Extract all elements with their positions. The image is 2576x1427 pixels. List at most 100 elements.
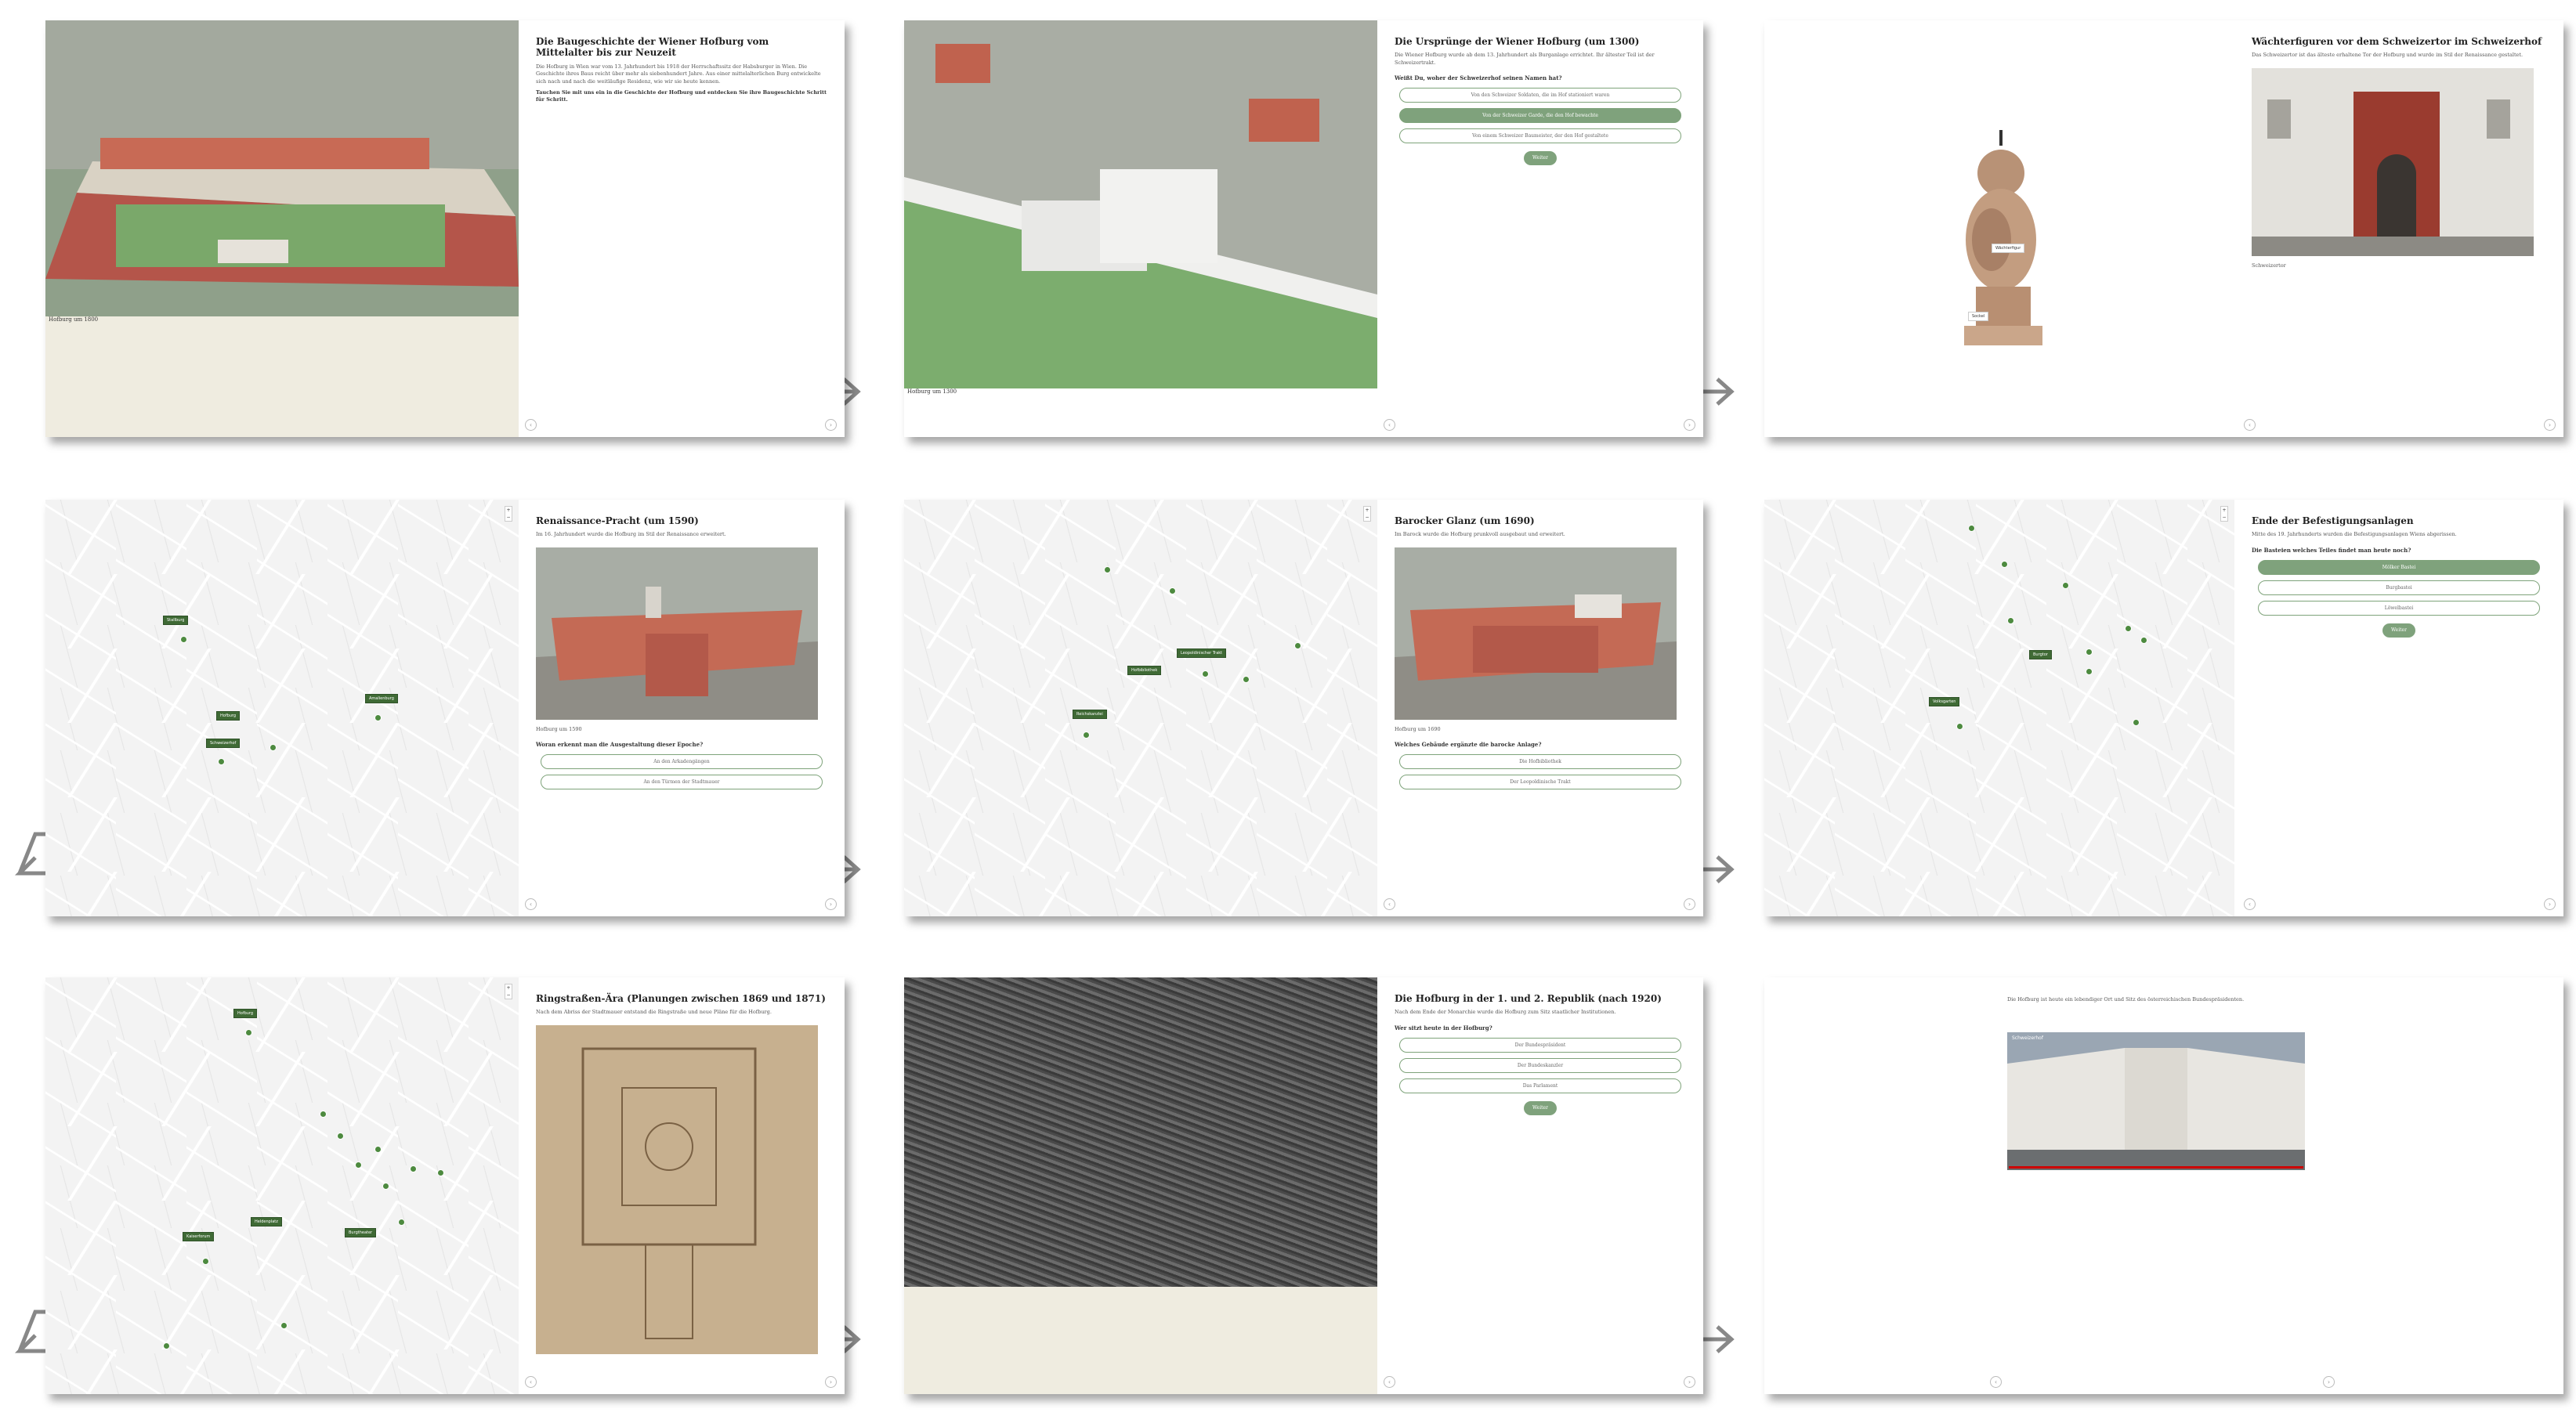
map-pin[interactable]	[410, 1165, 417, 1172]
map-pin[interactable]	[2140, 637, 2147, 644]
map-pin[interactable]	[374, 1146, 382, 1153]
quiz-option[interactable]: Von einem Schweizer Baumeister, der den …	[1399, 128, 1681, 144]
map-pin[interactable]	[1968, 525, 1975, 532]
next-button[interactable]: ›	[825, 419, 837, 431]
map-marker[interactable]: Hofburg	[216, 711, 241, 721]
map-marker[interactable]: Leopoldinischer Trakt	[1177, 648, 1227, 658]
zoom-control[interactable]: + −	[1363, 506, 1371, 522]
map-pin[interactable]	[270, 744, 277, 751]
slide-text: Das Schweizertor ist das älteste erhalte…	[2252, 52, 2524, 59]
prev-button[interactable]: ‹	[2244, 898, 2256, 910]
quiz-option[interactable]: Die Hofbibliothek	[1399, 754, 1681, 770]
map-pin[interactable]	[245, 1029, 252, 1036]
map-pin[interactable]	[355, 1161, 362, 1169]
map-marker[interactable]: Hofbibliothek	[1127, 666, 1162, 675]
quiz-option[interactable]: Das Parlament	[1399, 1078, 1681, 1093]
map-pin[interactable]	[2001, 561, 2008, 568]
map-pin[interactable]	[398, 1219, 405, 1226]
map-pin[interactable]	[2125, 625, 2132, 632]
map-view[interactable]: + − Burgtor Volksgarten	[1764, 500, 2234, 916]
map-pin[interactable]	[337, 1133, 344, 1140]
map-pin[interactable]	[374, 714, 382, 721]
map-pin[interactable]	[2086, 648, 2093, 656]
3d-model-lion-statue[interactable]	[1945, 130, 2062, 349]
next-button[interactable]: ›	[2544, 419, 2556, 431]
3d-model-hofburg-1590[interactable]	[536, 547, 818, 720]
hotspot-label[interactable]: Sockel	[1968, 312, 1989, 321]
map-pin[interactable]	[437, 1169, 444, 1176]
map-marker[interactable]: Amalienburg	[365, 694, 398, 703]
quiz-option[interactable]: Der Bundeskanzler	[1399, 1057, 1681, 1073]
map-pin[interactable]	[163, 1342, 170, 1349]
map-pin[interactable]	[1294, 642, 1301, 649]
map-pin[interactable]	[1243, 676, 1250, 683]
map-pin[interactable]	[1104, 566, 1111, 573]
submit-button[interactable]: Weiter	[2382, 623, 2415, 638]
prev-button[interactable]: ‹	[1990, 1376, 2002, 1388]
prev-button[interactable]: ‹	[525, 1376, 537, 1388]
map-pin[interactable]	[2133, 719, 2140, 726]
quiz-option[interactable]: Der Bundespräsident	[1399, 1037, 1681, 1053]
map-pin[interactable]	[1202, 670, 1209, 677]
quiz-option[interactable]: Löwelbastei	[2258, 600, 2540, 616]
map-pin[interactable]	[1169, 587, 1176, 594]
zoom-control[interactable]: + −	[2220, 506, 2228, 522]
next-button[interactable]: ›	[2544, 898, 2556, 910]
next-button[interactable]: ›	[1684, 1376, 1695, 1388]
quiz-option[interactable]: An den Arkadengängen	[541, 754, 823, 770]
prev-button[interactable]: ‹	[1384, 419, 1395, 431]
quiz-option-selected[interactable]: Mölker Bastei	[2258, 559, 2540, 575]
prev-button[interactable]: ‹	[2244, 419, 2256, 431]
hotspot-label[interactable]: Wächterfigur	[1992, 244, 2025, 253]
map-view[interactable]: + − Hofburg Heldenplatz Kaiserforum Burgt…	[45, 977, 519, 1394]
quiz-option[interactable]: Von den Schweizer Soldaten, die im Hof s…	[1399, 88, 1681, 103]
submit-button[interactable]: Weiter	[1524, 1100, 1557, 1115]
map-pin[interactable]	[280, 1322, 288, 1329]
map-view[interactable]: + − Leopoldinischer Trakt Hofbibliothek R…	[904, 500, 1377, 916]
map-pin[interactable]	[202, 1258, 209, 1265]
prev-button[interactable]: ‹	[1384, 1376, 1395, 1388]
quiz-option[interactable]: Burgbastei	[2258, 580, 2540, 595]
prev-button[interactable]: ‹	[525, 419, 537, 431]
quiz-option[interactable]: An den Türmen der Stadtmauer	[541, 775, 823, 790]
map-marker[interactable]: Reichskanzlei	[1073, 710, 1107, 719]
slide-title: Ringstraßen-Ära (Planungen zwischen 1869…	[536, 993, 826, 1004]
map-marker[interactable]: Burgtheater	[345, 1228, 377, 1237]
next-button[interactable]: ›	[1684, 898, 1695, 910]
map-marker[interactable]: Stallburg	[163, 616, 189, 625]
map-pin[interactable]	[218, 758, 225, 765]
map-pin[interactable]	[2062, 582, 2069, 589]
map-marker[interactable]: Burgtor	[2029, 650, 2052, 659]
map-pin[interactable]	[1956, 723, 1963, 730]
map-marker[interactable]: Kaiserforum	[183, 1232, 215, 1241]
map-pin[interactable]	[382, 1183, 389, 1190]
prev-button[interactable]: ‹	[1384, 898, 1395, 910]
slide-title: Die Baugeschichte der Wiener Hofburg vom…	[536, 36, 769, 59]
map-marker[interactable]: Volksgarten	[1929, 697, 1960, 706]
zoom-control[interactable]: + −	[505, 506, 512, 522]
map-marker[interactable]: Schweizerhof	[206, 739, 241, 748]
map-view[interactable]: + − Stallburg Amalienburg Hofburg Schweiz…	[45, 500, 519, 916]
next-button[interactable]: ›	[825, 898, 837, 910]
map-pin[interactable]	[180, 636, 187, 643]
next-button[interactable]: ›	[825, 1376, 837, 1388]
map-pin[interactable]	[2007, 617, 2014, 624]
next-button[interactable]: ›	[2323, 1376, 2335, 1388]
3d-model-hofburg-1300[interactable]	[904, 20, 1377, 388]
video-progress-bar[interactable]	[2009, 1166, 2303, 1169]
map-pin[interactable]	[320, 1111, 327, 1118]
next-button[interactable]: ›	[1684, 419, 1695, 431]
map-pin[interactable]	[2086, 668, 2093, 675]
submit-button[interactable]: Weiter	[1524, 151, 1557, 166]
prev-button[interactable]: ‹	[525, 898, 537, 910]
map-marker[interactable]: Heldenplatz	[251, 1217, 282, 1226]
3d-model-hofburg-1690[interactable]	[1395, 547, 1677, 720]
quiz-option-selected[interactable]: Von der Schweizer Garde, die den Hof bew…	[1399, 108, 1681, 124]
map-pin[interactable]	[1083, 732, 1090, 739]
video-player[interactable]: Schweizerhof	[2007, 1032, 2305, 1170]
map-marker[interactable]: Hofburg	[233, 1009, 258, 1018]
slide-text: Nach dem Abriss der Stadtmauer entstand …	[536, 1009, 772, 1016]
zoom-control[interactable]: + −	[505, 984, 512, 999]
3d-model-hofburg-1800[interactable]	[45, 20, 519, 316]
quiz-option[interactable]: Der Leopoldinische Trakt	[1399, 775, 1681, 790]
